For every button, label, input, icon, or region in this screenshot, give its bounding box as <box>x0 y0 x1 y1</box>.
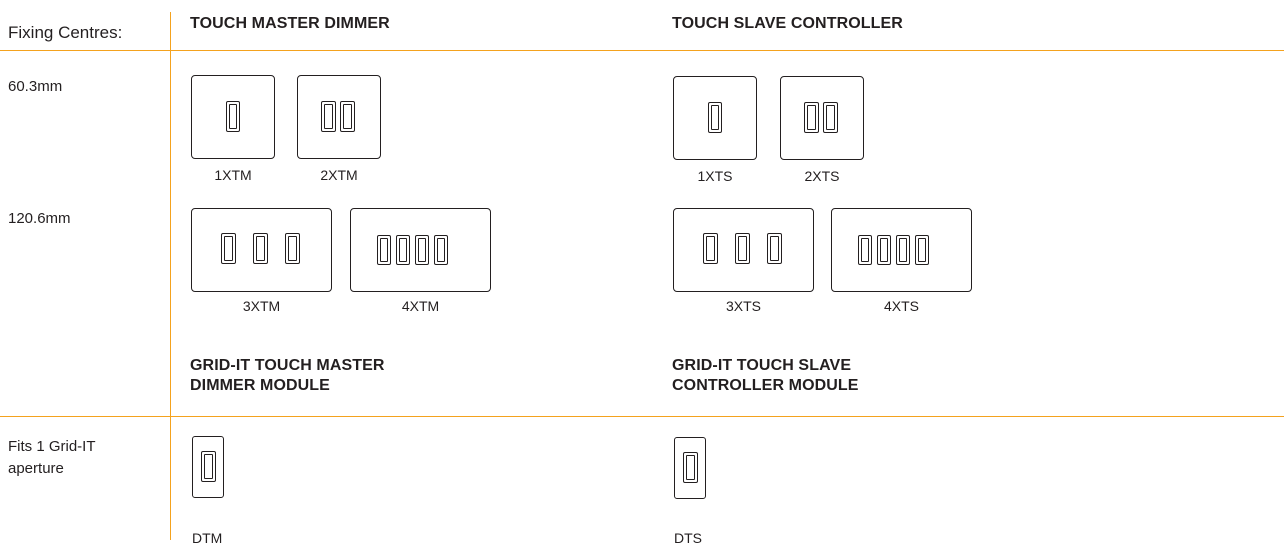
product-code: 4XTM <box>401 298 440 314</box>
touch-button <box>823 102 838 133</box>
product-code: DTM <box>192 530 223 546</box>
plate-2xtm <box>297 75 381 159</box>
product-code: 1XTM <box>214 167 252 183</box>
master-dimmer-heading: TOUCH MASTER DIMMER <box>190 15 390 32</box>
touch-button <box>396 235 410 265</box>
touch-button <box>434 235 448 265</box>
product-code: DTS <box>674 530 702 546</box>
fixing-centres-label: Fixing Centres: <box>8 23 123 42</box>
gridit-divider <box>0 416 1284 417</box>
module-dtm <box>192 436 224 498</box>
touch-button <box>201 451 216 482</box>
touch-button <box>767 233 782 264</box>
gridit-slave-heading: GRID-IT TOUCH SLAVE CONTROLLER MODULE <box>672 357 859 394</box>
plate-3xtm <box>191 208 332 292</box>
plate-3xts <box>673 208 814 292</box>
row-label-120mm: 120.6mm <box>8 210 71 227</box>
touch-button <box>221 233 236 264</box>
touch-button <box>877 235 891 265</box>
plate-2xts <box>780 76 864 160</box>
slave-controller-heading: TOUCH SLAVE CONTROLLER <box>672 15 903 32</box>
column-divider <box>170 12 171 540</box>
module-dts <box>674 437 706 499</box>
touch-button <box>683 452 698 483</box>
product-code: 4XTS <box>883 298 919 314</box>
touch-button <box>804 102 819 133</box>
plate-1xtm <box>191 75 275 159</box>
touch-button <box>377 235 391 265</box>
product-code: 2XTS <box>804 168 840 184</box>
touch-button <box>321 101 336 132</box>
plate-1xts <box>673 76 757 160</box>
plate-4xtm <box>350 208 491 292</box>
plate-4xts <box>831 208 972 292</box>
header-divider <box>0 50 1284 51</box>
touch-button <box>735 233 750 264</box>
gridit-master-heading: GRID-IT TOUCH MASTER DIMMER MODULE <box>190 357 385 394</box>
touch-button <box>285 233 300 264</box>
touch-button <box>858 235 872 265</box>
row-label-gridit: Fits 1 Grid-IT aperture <box>8 438 96 477</box>
touch-button <box>708 102 722 133</box>
product-code: 3XTS <box>725 298 761 314</box>
touch-button <box>915 235 929 265</box>
product-code: 1XTS <box>697 168 733 184</box>
row-label-60mm: 60.3mm <box>8 78 63 95</box>
touch-button <box>703 233 718 264</box>
product-code: 3XTM <box>242 298 281 314</box>
touch-button <box>226 101 240 132</box>
touch-button <box>415 235 429 265</box>
touch-button <box>340 101 355 132</box>
touch-button <box>253 233 268 264</box>
product-code: 2XTM <box>320 167 358 183</box>
touch-button <box>896 235 910 265</box>
